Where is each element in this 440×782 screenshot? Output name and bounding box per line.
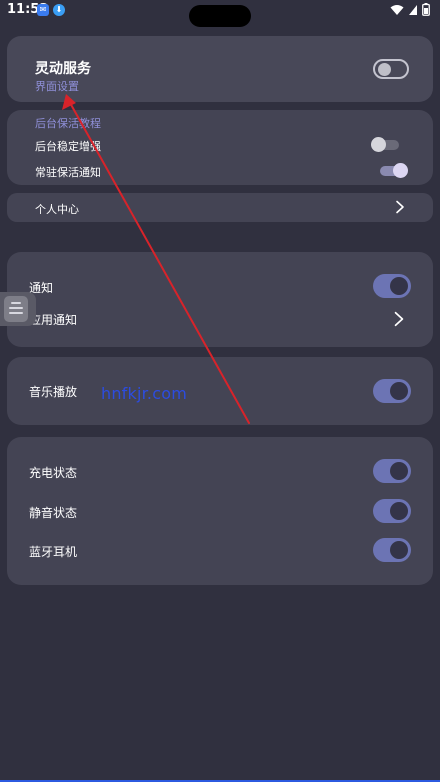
keep-alive-card: 后台保活教程 后台稳定增强 常驻保活通知	[7, 110, 433, 185]
signal-icon	[409, 4, 417, 15]
notification-toggle[interactable]	[373, 274, 411, 298]
silent-status-toggle[interactable]	[373, 499, 411, 523]
toggle-knob	[390, 462, 408, 480]
watermark-text: hnfkjr.com	[101, 384, 187, 403]
notification-card: 通知 应用通知	[7, 252, 433, 347]
toggle-knob	[390, 541, 408, 559]
toggle-knob	[371, 137, 386, 152]
persistent-notification-toggle[interactable]	[380, 163, 408, 178]
screen: 11:52 ✉ ⬇ 灵动服务 界面设置 后台保活教程 后台稳定增强 常驻保活通知…	[0, 0, 440, 782]
bluetooth-headset-label: 蓝牙耳机	[29, 545, 78, 559]
keep-alive-tutorial-link[interactable]: 后台保活教程	[35, 115, 101, 131]
background-stability-toggle[interactable]	[371, 137, 399, 152]
charging-status-toggle[interactable]	[373, 459, 411, 483]
toggle-knob	[390, 382, 408, 400]
profile-label: 个人中心	[35, 203, 79, 216]
service-title: 灵动服务	[35, 61, 91, 77]
battery-icon	[422, 3, 430, 16]
app-notification-row[interactable]: 应用通知	[7, 304, 433, 334]
profile-row[interactable]: 个人中心	[7, 193, 433, 222]
interface-settings-link[interactable]: 界面设置	[35, 78, 79, 94]
status-bar: 11:52 ✉ ⬇	[0, 0, 440, 27]
toggle-knob	[390, 277, 408, 295]
music-playback-label: 音乐播放	[29, 385, 78, 399]
music-playback-toggle[interactable]	[373, 379, 411, 403]
camera-cutout	[189, 5, 251, 27]
service-toggle[interactable]	[373, 59, 409, 79]
bluetooth-headset-toggle[interactable]	[373, 538, 411, 562]
toggle-knob	[378, 63, 391, 76]
app-notification-label: 应用通知	[29, 313, 78, 327]
floating-side-widget[interactable]	[0, 292, 36, 326]
charging-status-label: 充电状态	[29, 466, 78, 480]
download-icon: ⬇	[53, 4, 65, 16]
wifi-icon	[390, 4, 404, 15]
chevron-right-icon	[396, 200, 404, 214]
service-card: 灵动服务 界面设置	[7, 36, 433, 102]
status-card: 充电状态 静音状态 蓝牙耳机	[7, 437, 433, 585]
floating-widget-icon	[4, 296, 28, 322]
toggle-knob	[393, 163, 408, 178]
chevron-right-icon	[394, 311, 404, 327]
music-card: 音乐播放	[7, 357, 433, 425]
status-indicators	[390, 3, 430, 16]
toggle-knob	[390, 502, 408, 520]
background-stability-label: 后台稳定增强	[35, 140, 101, 153]
silent-status-label: 静音状态	[29, 506, 78, 520]
app-notification-icon: ✉	[37, 4, 49, 16]
persistent-notification-label: 常驻保活通知	[35, 166, 101, 179]
